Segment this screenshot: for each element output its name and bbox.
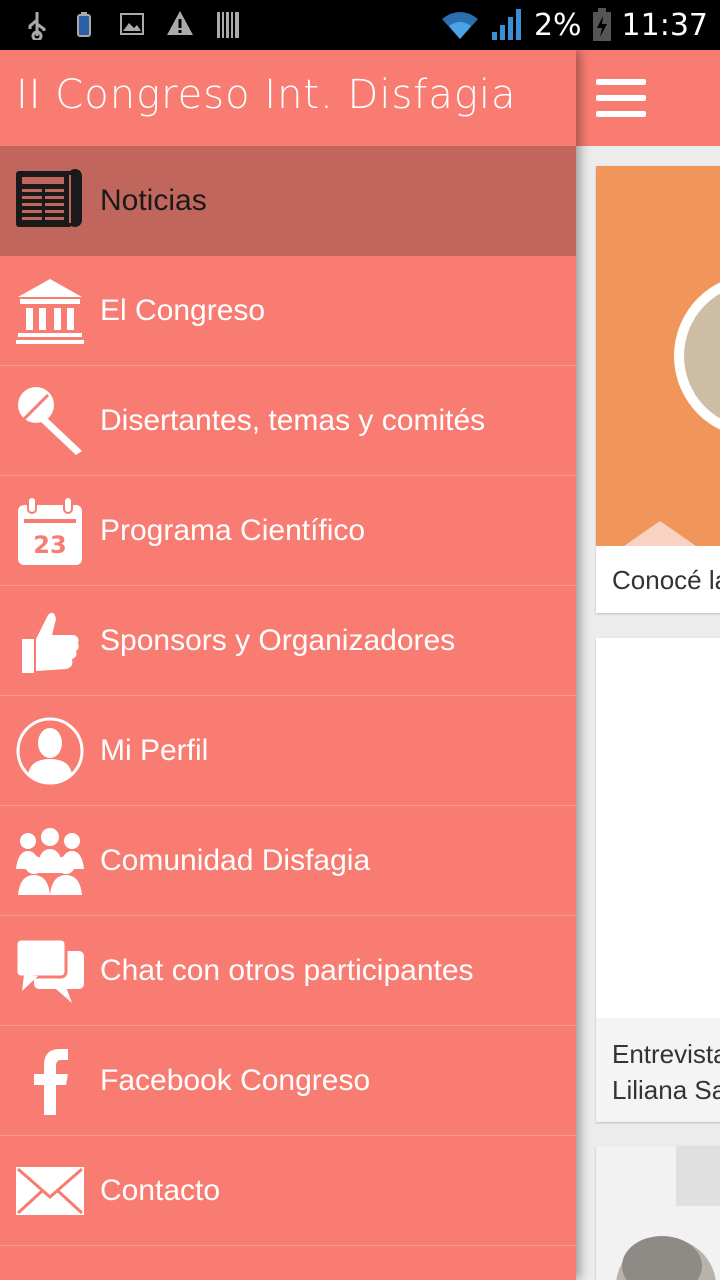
menu-item-sponsors[interactable]: Sponsors y Organizadores <box>0 586 576 696</box>
profile-icon <box>16 717 84 785</box>
avatar-illustration <box>624 282 720 546</box>
clock: 11:37 <box>621 7 708 43</box>
main-content: Conocé la Entrevista Liliana Sa <box>576 50 720 1280</box>
hamburger-line <box>596 111 646 117</box>
menu-item-comunidad[interactable]: Comunidad Disfagia <box>0 806 576 916</box>
image-icon <box>120 13 144 35</box>
navigation-drawer: II Congreso Int. Disfagia Noticias El Co… <box>0 50 576 1280</box>
newspaper-icon <box>16 169 82 227</box>
microphone-icon <box>18 387 82 455</box>
menu-item-el-congreso[interactable]: El Congreso <box>0 256 576 366</box>
menu-item-programa[interactable]: 23 Programa Científico <box>0 476 576 586</box>
menu-toggle-button[interactable] <box>596 79 646 117</box>
menu-item-chat[interactable]: Chat con otros participantes <box>0 916 576 1026</box>
menu-item-label: Programa Científico <box>100 514 366 547</box>
app-bar <box>576 50 720 146</box>
menu-item-label: Chat con otros participantes <box>100 954 474 987</box>
menu-item-facebook[interactable]: Facebook Congreso <box>0 1026 576 1136</box>
barcode-icon <box>217 12 239 38</box>
chat-icon <box>14 937 84 1003</box>
news-card[interactable]: Conocé la <box>596 166 720 613</box>
institution-icon <box>16 279 84 344</box>
mail-icon <box>16 1167 84 1215</box>
menu-item-label: Disertantes, temas y comités <box>100 404 486 437</box>
facebook-icon <box>34 1049 68 1115</box>
menu-item-label: Facebook Congreso <box>100 1064 371 1097</box>
warning-icon <box>167 11 193 35</box>
menu-item-label: Contacto <box>100 1174 221 1207</box>
menu-item-label: Mi Perfil <box>100 734 209 767</box>
news-card-image <box>596 166 720 546</box>
drawer-title: II Congreso Int. Disfagia <box>16 72 517 118</box>
battery-percent: 2% <box>533 7 582 43</box>
signal-icon <box>491 9 521 40</box>
menu-item-noticias[interactable]: Noticias <box>0 146 576 256</box>
battery-small-icon <box>77 12 91 37</box>
svg-text:23: 23 <box>33 531 66 559</box>
news-card-title-line1: Entrevista <box>612 1039 720 1069</box>
status-bar: 2% 11:37 <box>0 0 720 50</box>
menu-item-label: Comunidad Disfagia <box>100 844 371 877</box>
usb-icon <box>28 12 46 40</box>
wifi-icon <box>441 12 478 39</box>
hamburger-icon <box>596 79 646 85</box>
menu-item-contacto[interactable]: Contacto <box>0 1136 576 1246</box>
menu-item-label: Noticias <box>100 184 207 217</box>
menu-item-mi-perfil[interactable]: Mi Perfil <box>0 696 576 806</box>
news-card-title: Conocé la <box>612 565 720 595</box>
calendar-icon: 23 <box>18 496 82 565</box>
menu-item-disertantes[interactable]: Disertantes, temas y comités <box>0 366 576 476</box>
hamburger-line <box>596 95 646 101</box>
drawer-menu: Noticias El Congreso Disertantes, temas <box>0 146 576 1246</box>
news-card-image <box>596 638 720 1018</box>
battery-charging-icon <box>592 8 611 41</box>
news-card-image <box>596 1146 720 1280</box>
news-card[interactable]: Entrevista Liliana Sa <box>596 638 720 1122</box>
menu-item-label: El Congreso <box>100 294 266 327</box>
menu-item-label: Sponsors y Organizadores <box>100 624 456 657</box>
person-photo <box>596 1146 720 1280</box>
thumbs-up-icon <box>22 612 79 673</box>
community-icon <box>16 828 84 895</box>
news-card-title-line2: Liliana Sa <box>612 1075 720 1105</box>
news-card[interactable] <box>596 1146 720 1280</box>
